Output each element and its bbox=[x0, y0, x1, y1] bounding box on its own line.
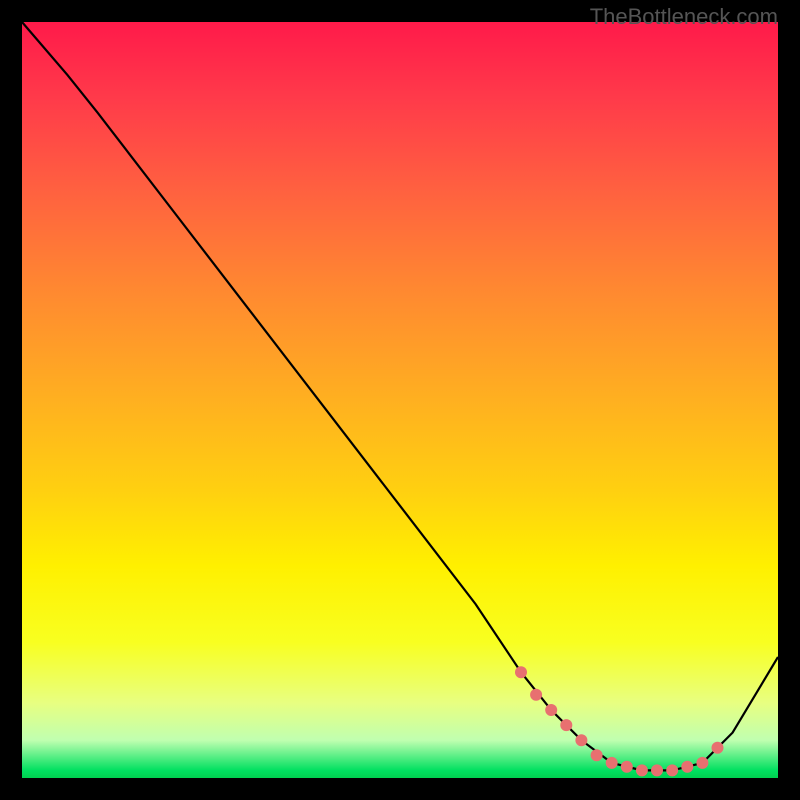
curve-marker-dot bbox=[636, 764, 648, 776]
curve-marker-dot bbox=[560, 719, 572, 731]
curve-marker-dot bbox=[621, 761, 633, 773]
curve-markers bbox=[515, 666, 724, 776]
curve-marker-dot bbox=[530, 689, 542, 701]
curve-marker-dot bbox=[606, 757, 618, 769]
curve-marker-dot bbox=[591, 749, 603, 761]
bottleneck-curve-line bbox=[22, 22, 778, 770]
curve-marker-dot bbox=[515, 666, 527, 678]
curve-marker-dot bbox=[651, 764, 663, 776]
curve-marker-dot bbox=[545, 704, 557, 716]
curve-marker-dot bbox=[696, 757, 708, 769]
curve-marker-dot bbox=[666, 764, 678, 776]
curve-marker-dot bbox=[681, 761, 693, 773]
watermark-text: TheBottleneck.com bbox=[590, 4, 778, 30]
chart-svg bbox=[22, 22, 778, 778]
curve-marker-dot bbox=[575, 734, 587, 746]
curve-marker-dot bbox=[712, 742, 724, 754]
